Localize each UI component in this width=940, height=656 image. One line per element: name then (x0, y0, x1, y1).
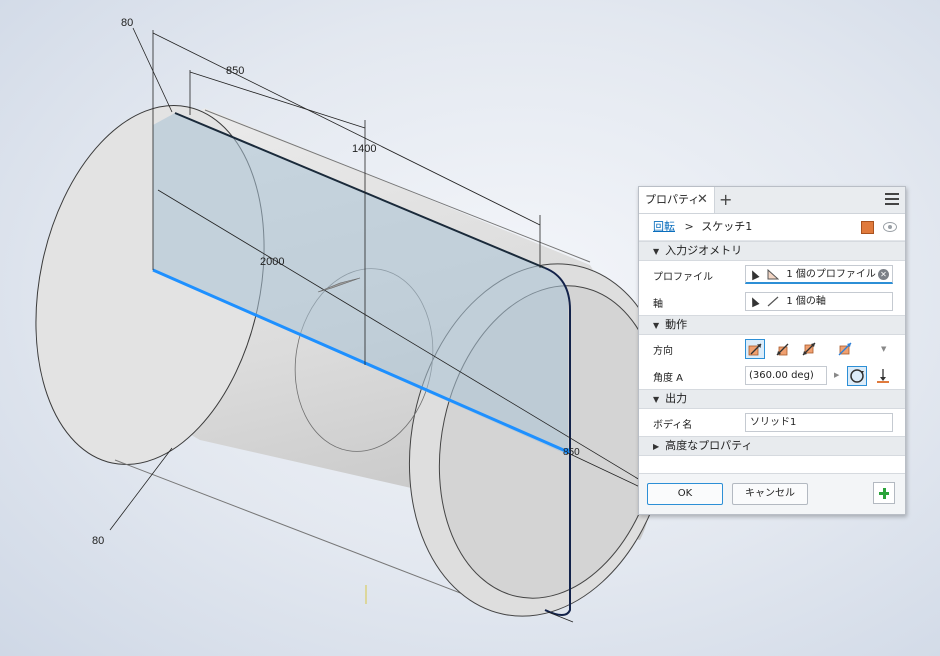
dim-label-850-axis: 850 (563, 447, 580, 458)
cancel-button[interactable]: キャンセル (732, 483, 808, 505)
direction-asymmetric-button[interactable] (835, 339, 855, 359)
hamburger-menu-icon[interactable] (885, 193, 899, 205)
axis-label: 軸 (653, 299, 663, 310)
clear-selection-icon[interactable]: ✕ (878, 269, 889, 280)
angle-row: 角度 A (360.00 deg) ▶ (639, 362, 905, 389)
direction-default-button[interactable] (745, 339, 765, 359)
body-name-value: ソリッド1 (750, 417, 797, 428)
section-behavior[interactable]: ▼ 動作 (639, 315, 905, 335)
visibility-eye-icon[interactable] (883, 222, 897, 232)
section-advanced-properties[interactable]: ▶ 高度なプロパティ (639, 436, 905, 456)
direction-dropdown-icon[interactable]: ▼ (881, 345, 886, 353)
select-cursor-icon (748, 295, 760, 307)
to-termination-icon (877, 369, 889, 383)
angle-value: (360.00 deg) (749, 370, 814, 381)
direction-label: 方向 (653, 346, 673, 357)
dim-label-80-bottom: 80 (92, 535, 104, 547)
section-behavior-label: 動作 (665, 318, 688, 331)
section-input-geometry-label: 入力ジオメトリ (665, 244, 743, 257)
close-icon[interactable]: ✕ (697, 187, 708, 213)
revolved-solid[interactable] (5, 84, 703, 641)
angle-flyout-arrow-icon[interactable]: ▶ (834, 371, 839, 379)
direction-symmetric-icon (802, 342, 816, 356)
section-output[interactable]: ▼ 出力 (639, 389, 905, 409)
breadcrumb-sketch: スケッチ1 (701, 220, 753, 233)
body-name-row: ボディ名 ソリッド1 (639, 409, 905, 436)
axis-value: 1 個の軸 (786, 296, 826, 307)
full-revolution-icon (850, 369, 864, 383)
add-tab-icon[interactable]: + (719, 187, 732, 213)
select-cursor-icon (748, 268, 760, 280)
direction-flipped-icon (776, 343, 789, 356)
panel-footer: OK キャンセル (639, 473, 905, 514)
expand-triangle-icon: ▶ (653, 442, 660, 451)
panel-tabbar: プロパティ ✕ + (639, 187, 905, 214)
body-name-label: ボディ名 (653, 420, 693, 431)
profile-selector[interactable]: 1 個のプロファイル ✕ (745, 265, 893, 284)
collapse-triangle-icon: ▼ (653, 395, 660, 404)
direction-asymmetric-icon (838, 342, 852, 356)
dim-label-2000: 2000 (260, 256, 284, 268)
dim-label-1400: 1400 (352, 143, 376, 155)
to-termination-button[interactable] (873, 366, 893, 386)
angle-label: 角度 A (653, 373, 684, 384)
profile-value: 1 個のプロファイル (786, 269, 876, 280)
breadcrumb-separator: > (684, 220, 694, 233)
axis-line-icon (767, 296, 779, 306)
axis-row: 軸 1 個の軸 (639, 288, 905, 315)
tab-title: プロパティ (645, 193, 700, 206)
profile-row: プロファイル 1 個のプロファイル ✕ (639, 261, 905, 288)
direction-default-icon (748, 343, 762, 356)
collapse-triangle-icon: ▼ (653, 321, 660, 330)
profile-label: プロファイル (653, 272, 713, 283)
breadcrumb: 回転 > スケッチ1 (639, 214, 905, 241)
ok-button[interactable]: OK (647, 483, 723, 505)
collapse-triangle-icon: ▼ (653, 247, 660, 256)
profile-shape-icon (767, 268, 780, 279)
direction-row: 方向 ▼ (639, 335, 905, 362)
tab-properties[interactable]: プロパティ ✕ (639, 187, 715, 213)
apply-add-icon[interactable] (873, 482, 895, 504)
angle-input[interactable]: (360.00 deg) (745, 366, 827, 385)
dim-label-850-top: 850 (226, 65, 244, 77)
axis-selector[interactable]: 1 個の軸 (745, 292, 893, 311)
breadcrumb-feature-link[interactable]: 回転 (653, 220, 675, 233)
properties-panel: プロパティ ✕ + 回転 > スケッチ1 ▼ 入力ジオメトリ プロファイル 1 個… (638, 186, 906, 515)
direction-symmetric-button[interactable] (799, 339, 819, 359)
section-output-label: 出力 (665, 392, 688, 405)
full-revolution-button[interactable] (847, 366, 867, 386)
section-advanced-label: 高度なプロパティ (665, 439, 753, 452)
body-name-input[interactable]: ソリッド1 (745, 413, 893, 432)
direction-flipped-button[interactable] (773, 339, 793, 359)
dim-label-80-top: 80 (121, 17, 133, 29)
solid-body-icon[interactable] (860, 221, 874, 234)
